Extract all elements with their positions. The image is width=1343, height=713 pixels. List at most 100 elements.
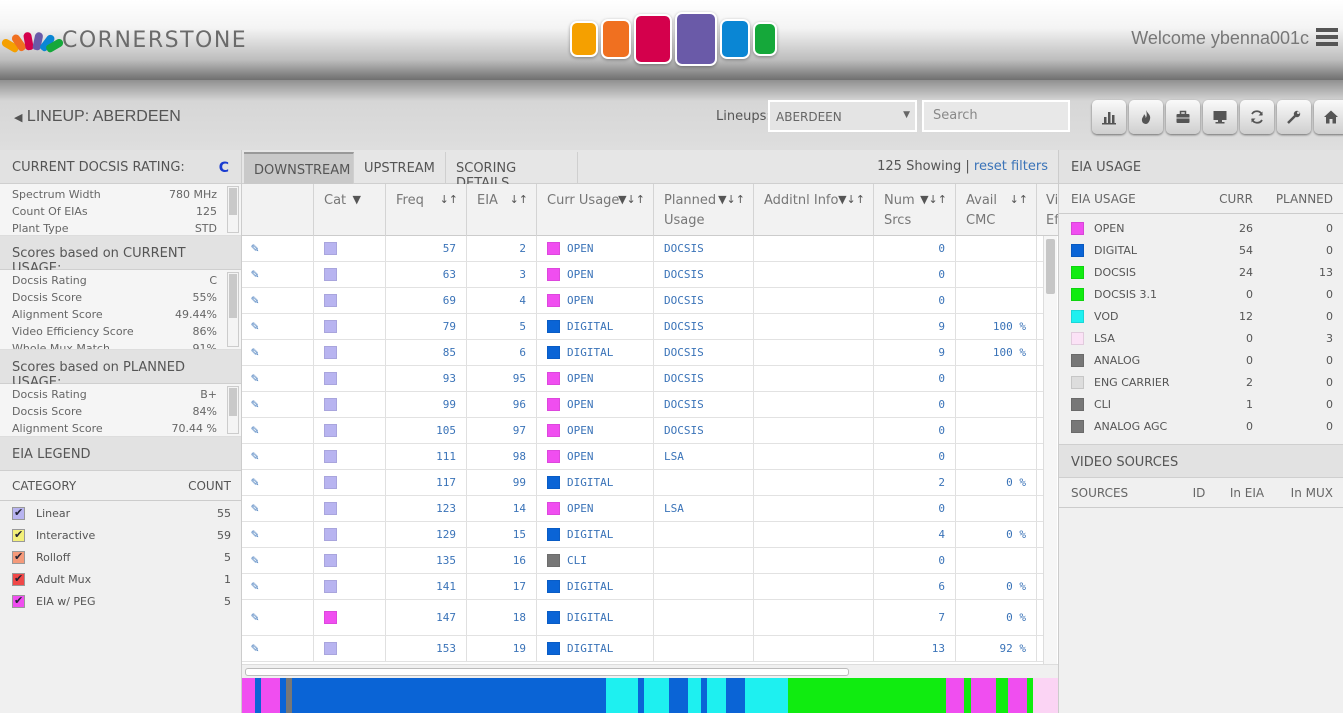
wrench-icon[interactable]	[1277, 100, 1311, 134]
curr-usage-cell: DIGITAL	[537, 600, 654, 635]
col-avail-cmc[interactable]: Avail CMC ↓↑	[956, 184, 1037, 236]
brand[interactable]: CORNERSTONE	[0, 26, 247, 54]
legend-checkbox[interactable]	[12, 528, 25, 542]
flame-icon[interactable]	[1129, 100, 1163, 134]
col-eia[interactable]: EIA ↓↑	[467, 184, 537, 236]
monitor-icon[interactable]	[1203, 100, 1237, 134]
back-arrow-icon[interactable]: ◀	[14, 112, 22, 124]
table-row[interactable]: ✎ 85 6 DIGITAL DOCSIS 9 100 %	[242, 340, 1044, 366]
table-row[interactable]: ✎ 135 16 CLI 0	[242, 548, 1044, 574]
refresh-icon[interactable]	[1240, 100, 1274, 134]
legend-checkbox[interactable]	[12, 550, 25, 564]
edit-pencil-icon[interactable]: ✎	[242, 475, 259, 490]
planned-usage-cell: DOCSIS	[654, 392, 754, 417]
filter-sort-icon[interactable]: ▼↓↑	[718, 190, 745, 210]
col-curr-usage[interactable]: Curr Usage ▼↓↑	[537, 184, 654, 236]
curr-usage-cell: DIGITAL	[537, 470, 654, 495]
bar-chart-icon[interactable]	[1092, 100, 1126, 134]
col-additional-info[interactable]: Additnl Info ▼↓↑	[754, 184, 874, 236]
tab-upstream[interactable]: UPSTREAM	[354, 152, 446, 184]
edit-pencil-icon[interactable]: ✎	[242, 641, 259, 656]
sources-column-headers: SOURCES ID In EIA In MUX	[1059, 478, 1343, 508]
title-bar: ◀ LINEUP: ABERDEEN Lineups: ABERDEEN ▼ S…	[0, 80, 1343, 150]
table-row[interactable]: ✎ 63 3 OPEN DOCSIS 0	[242, 262, 1044, 288]
usage-swatch	[1071, 221, 1084, 235]
scrollbar[interactable]	[227, 386, 239, 434]
search-input[interactable]: Search	[922, 100, 1070, 132]
col-video-efficiency[interactable]: Vi Ef	[1037, 184, 1058, 236]
usage-row: VOD 12 0	[1059, 305, 1343, 327]
filter-sort-icon[interactable]: ▼↓↑	[920, 190, 947, 210]
edit-pencil-icon[interactable]: ✎	[242, 579, 259, 594]
table-row[interactable]: ✎ 99 96 OPEN DOCSIS 0	[242, 392, 1044, 418]
table-row[interactable]: ✎ 79 5 DIGITAL DOCSIS 9 100 %	[242, 314, 1044, 340]
table-row[interactable]: ✎ 123 14 OPEN LSA 0	[242, 496, 1044, 522]
filter-icon[interactable]: ▼	[353, 190, 361, 210]
legend-item[interactable]: Rolloff 5	[0, 546, 241, 568]
sort-icon[interactable]: ↓↑	[510, 190, 528, 210]
tab-scoring-details[interactable]: SCORING DETAILS	[446, 152, 578, 191]
edit-pencil-icon[interactable]: ✎	[242, 553, 259, 568]
edit-pencil-icon[interactable]: ✎	[242, 423, 259, 438]
planned-usage-cell	[654, 600, 754, 635]
reset-filters-link[interactable]: reset filters	[974, 159, 1048, 174]
tab-downstream[interactable]: DOWNSTREAM	[244, 152, 354, 184]
edit-pencil-icon[interactable]: ✎	[242, 319, 259, 334]
hamburger-menu-icon[interactable]	[1316, 28, 1338, 50]
legend-checkbox[interactable]	[12, 572, 25, 586]
edit-pencil-icon[interactable]: ✎	[242, 527, 259, 542]
score-row: Whole Mux Match 91%	[0, 340, 241, 349]
table-row[interactable]: ✎ 111 98 OPEN LSA 0	[242, 444, 1044, 470]
briefcase-icon[interactable]	[1166, 100, 1200, 134]
edit-pencil-icon[interactable]: ✎	[242, 293, 259, 308]
table-row[interactable]: ✎ 69 4 OPEN DOCSIS 0	[242, 288, 1044, 314]
num-srcs-cell: 0	[874, 288, 956, 313]
table-row[interactable]: ✎ 117 99 DIGITAL 2 0 %	[242, 470, 1044, 496]
table-row[interactable]: ✎ 93 95 OPEN DOCSIS 0	[242, 366, 1044, 392]
legend-item[interactable]: Interactive 59	[0, 524, 241, 546]
edit-pencil-icon[interactable]: ✎	[242, 267, 259, 282]
legend-item[interactable]: Adult Mux 1	[0, 568, 241, 590]
filter-sort-icon[interactable]: ▼↓↑	[618, 190, 645, 210]
scrollbar[interactable]	[227, 186, 239, 233]
col-cat[interactable]: Cat ▼	[314, 184, 386, 236]
additional-info-cell	[754, 522, 874, 547]
table-row[interactable]: ✎ 129 15 DIGITAL 4 0 %	[242, 522, 1044, 548]
edit-pencil-icon[interactable]: ✎	[242, 610, 259, 625]
legend-item[interactable]: Linear 55	[0, 502, 241, 524]
table-row[interactable]: ✎ 147 18 DIGITAL 7 0 %	[242, 600, 1044, 636]
grid-horizontal-scrollbar[interactable]	[242, 664, 1058, 678]
legend-column-headers: CATEGORY COUNT	[0, 471, 241, 501]
col-planned-usage[interactable]: Planned Usage ▼↓↑	[654, 184, 754, 236]
sort-icon[interactable]: ↓↑	[1010, 190, 1028, 210]
table-row[interactable]: ✎ 57 2 OPEN DOCSIS 0	[242, 236, 1044, 262]
lineup-grid-panel: DOWNSTREAM UPSTREAM SCORING DETAILS 125 …	[242, 150, 1059, 713]
col-num-srcs[interactable]: Num Srcs ▼↓↑	[874, 184, 956, 236]
sort-icon[interactable]: ↓↑	[440, 190, 458, 210]
legend-checkbox[interactable]	[12, 506, 25, 520]
usage-name: CLI	[1094, 397, 1112, 411]
page-title[interactable]: ◀ LINEUP: ABERDEEN	[14, 108, 181, 126]
table-row[interactable]: ✎ 105 97 OPEN DOCSIS 0	[242, 418, 1044, 444]
edit-pencil-icon[interactable]: ✎	[242, 397, 259, 412]
scrollbar[interactable]	[227, 272, 239, 347]
edit-pencil-icon[interactable]: ✎	[242, 345, 259, 360]
legend-checkbox[interactable]	[12, 594, 25, 608]
col-freq[interactable]: Freq ↓↑	[386, 184, 467, 236]
edit-pencil-icon[interactable]: ✎	[242, 501, 259, 516]
edit-pencil-icon[interactable]: ✎	[242, 449, 259, 464]
edit-pencil-icon[interactable]: ✎	[242, 241, 259, 256]
grid-vertical-scrollbar[interactable]	[1043, 236, 1057, 664]
edit-pencil-icon[interactable]: ✎	[242, 371, 259, 386]
eia-usage-list: OPEN 26 0 DIGITAL 54 0 DOCSIS 24 13 DOCSIS 3.1 0 0 V…	[1059, 214, 1343, 444]
additional-info-cell	[754, 366, 874, 391]
usage-swatch	[547, 346, 560, 359]
table-row[interactable]: ✎ 153 19 DIGITAL 13 92 %	[242, 636, 1044, 662]
score-row: Docsis Rating B+	[0, 386, 241, 403]
filter-sort-icon[interactable]: ▼↓↑	[838, 190, 865, 210]
legend-item[interactable]: EIA w/ PEG 5	[0, 590, 241, 612]
lineup-select[interactable]: ABERDEEN ▼	[768, 100, 917, 132]
legend-label: Interactive	[36, 528, 96, 542]
table-row[interactable]: ✎ 141 17 DIGITAL 6 0 %	[242, 574, 1044, 600]
home-icon[interactable]	[1314, 100, 1343, 134]
